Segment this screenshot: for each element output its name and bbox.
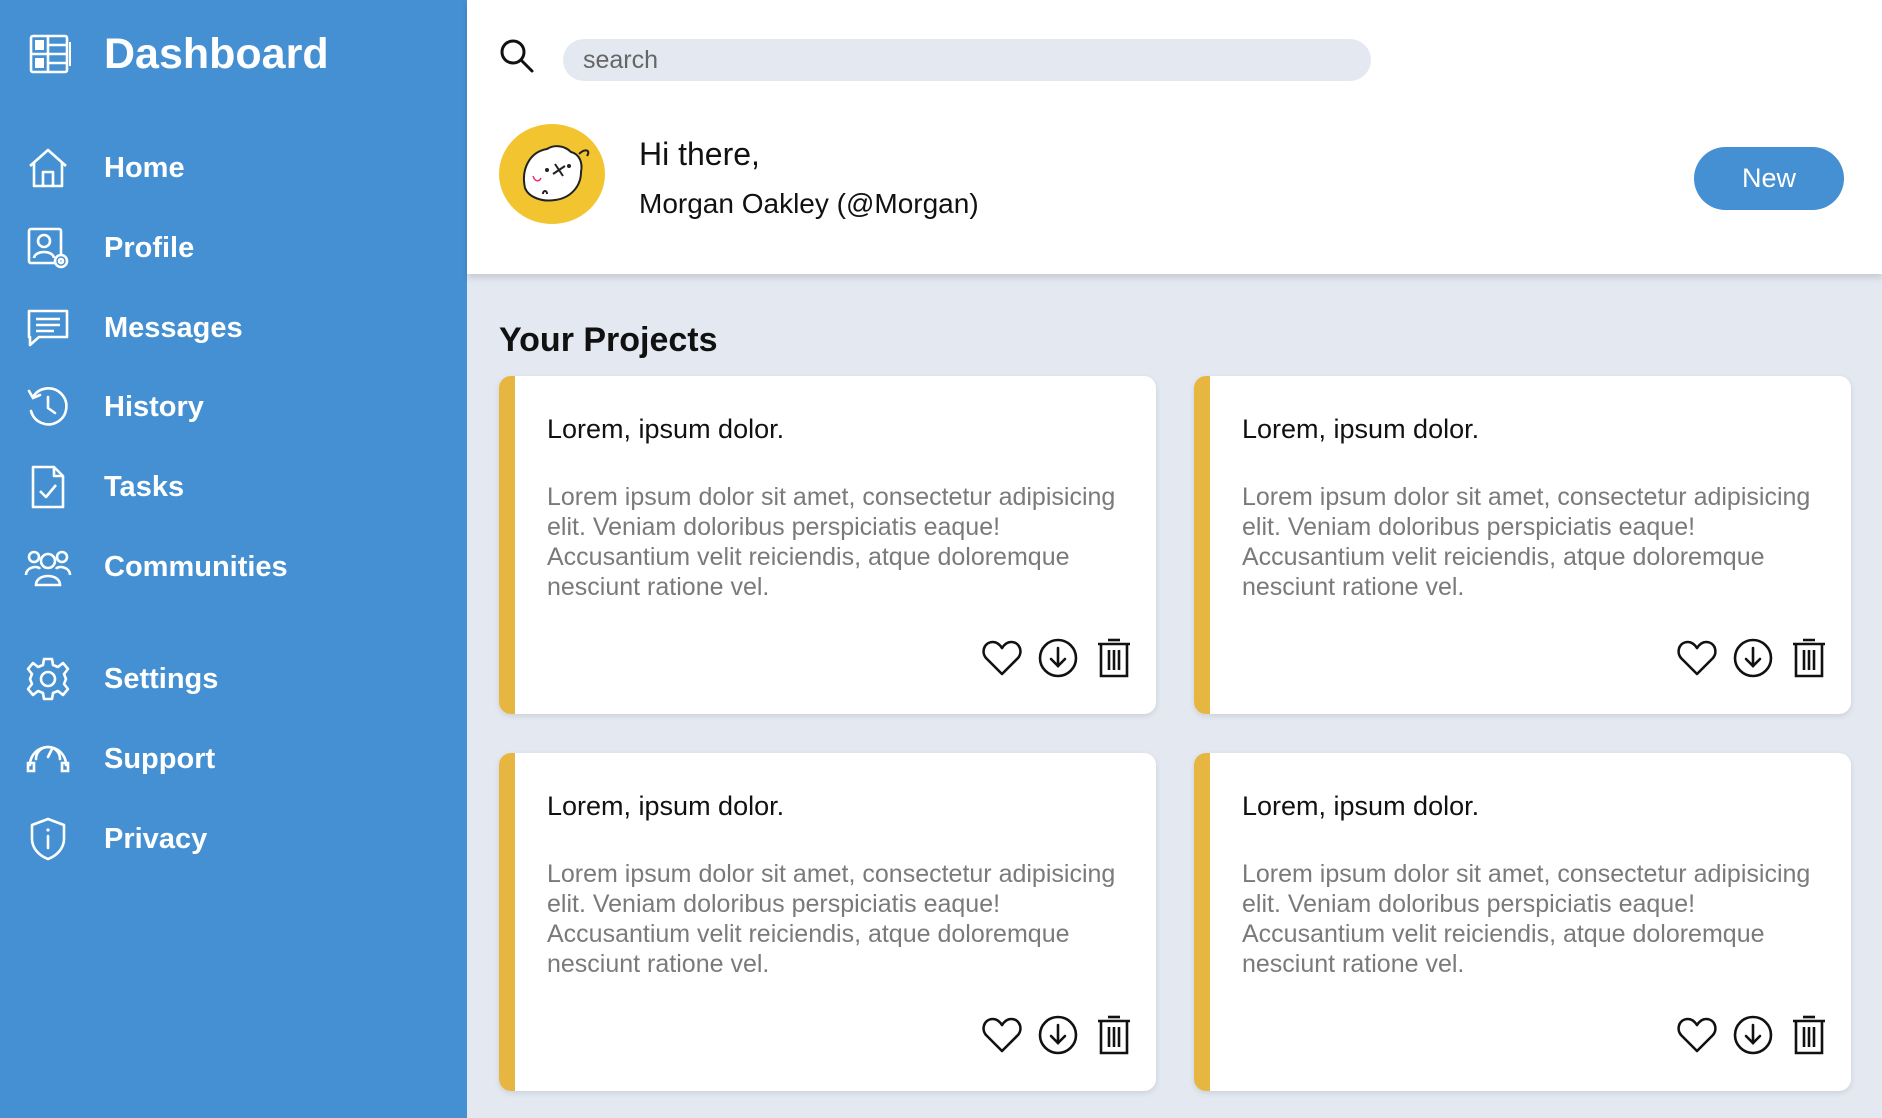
- card-actions: [980, 636, 1136, 680]
- avatar[interactable]: [499, 124, 605, 224]
- card-body: Lorem ipsum dolor sit amet, consectetur …: [547, 860, 1116, 978]
- card-actions: [980, 1013, 1136, 1057]
- sidebar-item-messages[interactable]: Messages: [0, 296, 467, 360]
- trash-icon[interactable]: [1787, 636, 1831, 680]
- sidebar-item-profile[interactable]: Profile: [0, 216, 467, 280]
- project-card: Lorem, ipsum dolor. Lorem ipsum dolor si…: [1194, 753, 1851, 1091]
- sidebar-item-label: Support: [104, 743, 216, 775]
- messages-icon: [27, 309, 69, 347]
- search-input[interactable]: [563, 39, 1371, 81]
- card-title: Lorem, ipsum dolor.: [1242, 791, 1480, 821]
- dashboard-icon: [29, 34, 71, 74]
- card-title: Lorem, ipsum dolor.: [547, 791, 785, 821]
- download-icon[interactable]: [1036, 1013, 1080, 1057]
- sidebar-item-settings[interactable]: Settings: [0, 647, 467, 711]
- support-icon: [26, 745, 70, 773]
- download-icon[interactable]: [1036, 636, 1080, 680]
- home-icon: [29, 148, 67, 188]
- app: Dashboard Home Profile Messages History …: [0, 0, 1882, 1118]
- card-actions: [1675, 1013, 1831, 1057]
- history-icon: [27, 387, 68, 426]
- app-title: Dashboard: [104, 30, 329, 78]
- sidebar-item-label: Settings: [104, 663, 219, 695]
- new-button[interactable]: New: [1694, 147, 1844, 210]
- trash-icon[interactable]: [1092, 1013, 1136, 1057]
- heart-icon[interactable]: [980, 1013, 1024, 1057]
- download-icon[interactable]: [1731, 1013, 1775, 1057]
- tasks-icon: [31, 465, 65, 509]
- card-body: Lorem ipsum dolor sit amet, consectetur …: [1242, 860, 1811, 978]
- user-name: Morgan Oakley (@Morgan): [639, 188, 979, 219]
- card-body: Lorem ipsum dolor sit amet, consectetur …: [1242, 483, 1811, 601]
- download-icon[interactable]: [1731, 636, 1775, 680]
- sidebar-item-label: Messages: [104, 312, 243, 344]
- heart-icon[interactable]: [1675, 1013, 1719, 1057]
- sidebar-item-label: Communities: [104, 551, 288, 583]
- card-body: Lorem ipsum dolor sit amet, consectetur …: [547, 483, 1116, 601]
- search-icon[interactable]: [497, 36, 537, 76]
- sidebar: Dashboard Home Profile Messages History …: [0, 0, 467, 1118]
- trash-icon[interactable]: [1092, 636, 1136, 680]
- header: Hi there, Morgan Oakley (@Morgan) New: [467, 0, 1882, 274]
- sidebar-item-support[interactable]: Support: [0, 727, 467, 791]
- project-card: Lorem, ipsum dolor. Lorem ipsum dolor si…: [499, 376, 1156, 714]
- heart-icon[interactable]: [1675, 636, 1719, 680]
- card-title: Lorem, ipsum dolor.: [1242, 414, 1480, 444]
- greeting: Hi there,: [639, 136, 760, 172]
- card-accent: [1194, 376, 1210, 714]
- sidebar-item-history[interactable]: History: [0, 375, 467, 439]
- sidebar-item-label: Profile: [104, 232, 195, 264]
- settings-icon: [26, 657, 70, 701]
- communities-icon: [24, 550, 72, 587]
- profile-icon: [27, 227, 69, 269]
- privacy-icon: [30, 817, 66, 861]
- sidebar-item-tasks[interactable]: Tasks: [0, 455, 467, 519]
- card-accent: [499, 376, 515, 714]
- sidebar-item-label: Tasks: [104, 471, 185, 503]
- project-card: Lorem, ipsum dolor. Lorem ipsum dolor si…: [499, 753, 1156, 1091]
- section-title: Your Projects: [499, 321, 718, 359]
- card-title: Lorem, ipsum dolor.: [547, 414, 785, 444]
- sidebar-item-label: Privacy: [104, 823, 208, 855]
- project-card: Lorem, ipsum dolor. Lorem ipsum dolor si…: [1194, 376, 1851, 714]
- sidebar-item-home[interactable]: Home: [0, 136, 467, 200]
- card-accent: [499, 753, 515, 1091]
- sidebar-item-label: Home: [104, 152, 185, 184]
- sidebar-item-communities[interactable]: Communities: [0, 535, 467, 599]
- card-actions: [1675, 636, 1831, 680]
- brand[interactable]: Dashboard: [28, 30, 329, 78]
- sidebar-item-privacy[interactable]: Privacy: [0, 807, 467, 871]
- heart-icon[interactable]: [980, 636, 1024, 680]
- card-accent: [1194, 753, 1210, 1091]
- sidebar-item-label: History: [104, 391, 204, 423]
- trash-icon[interactable]: [1787, 1013, 1831, 1057]
